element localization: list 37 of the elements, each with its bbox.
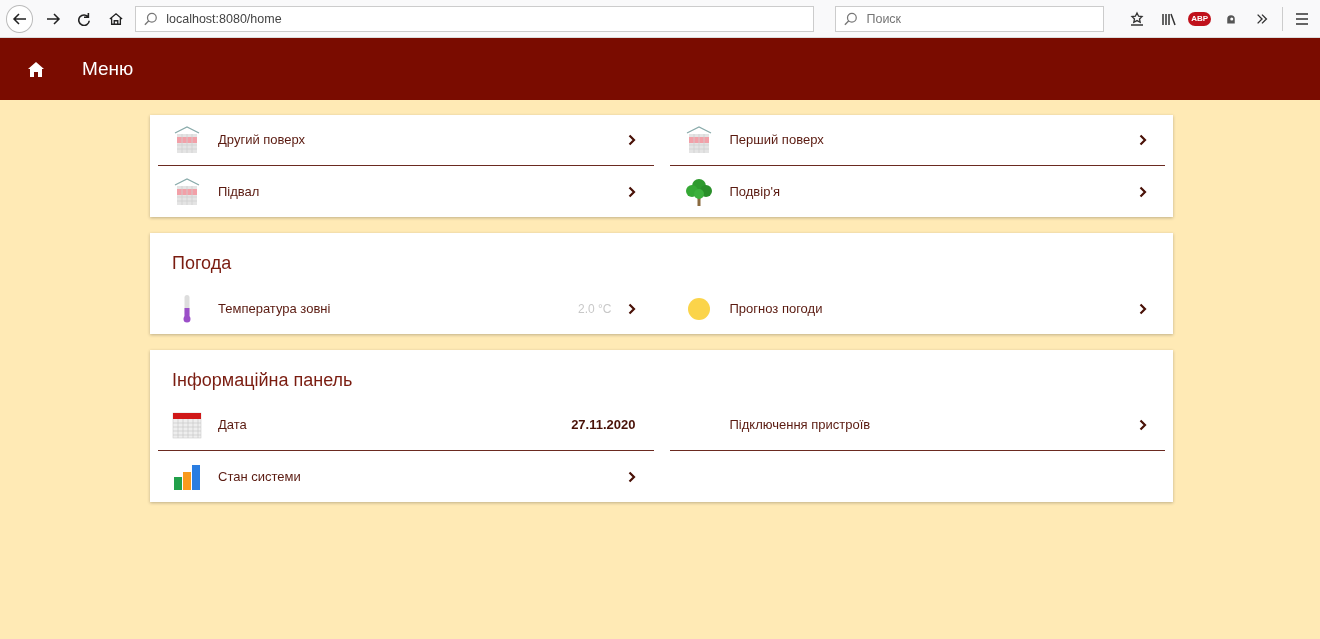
- app-title: Меню: [82, 56, 134, 81]
- menu-item[interactable]: Дата 27.11.2020: [158, 400, 654, 451]
- item-label: Підключення пристроїв: [729, 416, 872, 435]
- item-label: Прогноз погоди: [729, 299, 824, 318]
- search-field[interactable]: Поиск: [835, 5, 1104, 32]
- home-icon[interactable]: [28, 61, 44, 77]
- menu-item[interactable]: Прогноз погоди: [669, 283, 1165, 334]
- tree-icon: [683, 176, 714, 207]
- building-icon: [172, 176, 202, 207]
- item-label: Подвір'я: [729, 182, 781, 201]
- menu-item[interactable]: Підключення пристроїв: [669, 400, 1165, 451]
- item-label: Перший поверх: [729, 131, 825, 150]
- thermometer-icon: [182, 294, 192, 323]
- address-bar[interactable]: localhost:8080/home: [135, 5, 814, 32]
- back-button[interactable]: [6, 4, 34, 33]
- menu-item[interactable]: Стан системи: [158, 451, 654, 502]
- item-label: Підвал: [218, 182, 261, 201]
- menu-item[interactable]: Підвал: [158, 166, 654, 217]
- back-arrow-icon: [11, 10, 28, 27]
- building-icon: [172, 125, 202, 155]
- item-label: Стан системи: [218, 467, 302, 486]
- home-icon[interactable]: [108, 11, 123, 26]
- adblock-button[interactable]: ABP: [1188, 11, 1212, 26]
- search-icon: [844, 11, 859, 26]
- menu-item[interactable]: Подвір'я: [669, 166, 1165, 217]
- section-title: Інформаційна панель: [171, 369, 354, 392]
- menu-item[interactable]: Перший поверх: [669, 115, 1165, 166]
- menu-item[interactable]: Другий поверх: [158, 115, 654, 166]
- item-value: 27.11.2020: [571, 416, 636, 435]
- item-label: Температура зовні: [218, 299, 332, 318]
- reload-icon[interactable]: [77, 11, 92, 26]
- item-label: Дата: [218, 416, 248, 435]
- search-icon: [144, 11, 159, 26]
- forward-arrow-icon[interactable]: [44, 10, 61, 27]
- item-label: Другий поверх: [218, 131, 307, 150]
- section-title: Погода: [171, 252, 233, 275]
- calendar-icon: [172, 410, 202, 440]
